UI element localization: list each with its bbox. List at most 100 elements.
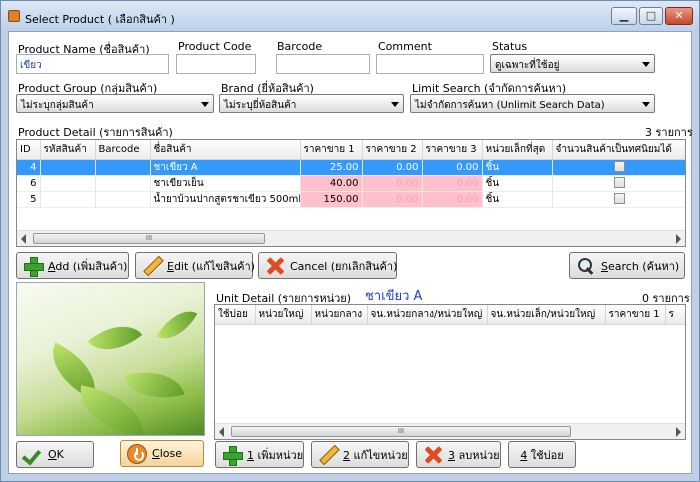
cancel-product-button[interactable]: Cancel (ยกเลิกสินค้า) [258,252,397,279]
limit-search-dropdown[interactable]: ไม่จำกัดการค้นหา (Unlimit Search Data) [410,94,655,113]
table-row[interactable]: 5 น้ำยาบ้วนปากสูตรชาเขียว 500ml 150.00 0… [17,191,685,208]
barcode-input[interactable] [276,54,370,74]
unit-detail-grid: ใช้บ่อย หน่วยใหญ่ หน่วยกลาง จน.หน่วยกลาง… [214,304,686,440]
favorite-unit-button[interactable]: 4 ใช้บ่อย [508,441,576,468]
scrollbar-thumb[interactable]: III [33,233,265,244]
comment-label: Comment [378,40,432,53]
col-code[interactable]: รหัสสินค้า [40,140,96,160]
plus-icon [23,256,44,277]
dialog-body: Product Name (ชื่อสินค้า) เขียว Product … [8,31,693,474]
window-title: Select Product ( เลือกสินค้า ) [25,13,175,26]
product-table-header: ID รหัสสินค้า Barcode ชื่อสินค้า ราคาขาย… [17,140,685,160]
checkmark-icon [23,445,43,465]
plus-icon [222,445,243,466]
chevron-down-icon [391,102,399,107]
scroll-right-icon[interactable] [676,427,681,437]
cancel-button-label: Cancel (ยกเลิกสินค้า) [290,259,398,273]
add-unit-button[interactable]: 1 เพิ่มหน่วย [215,441,304,468]
app-icon [8,10,20,22]
product-image [16,282,205,436]
cell-code [40,175,96,192]
leaf-shape [156,301,198,349]
edit-unit-label: 2 แก้ไขหน่วย [343,448,408,462]
scroll-right-icon[interactable] [676,234,681,244]
col-unit[interactable]: หน่วยเล็กที่สุด [482,140,553,160]
cell-decimal [552,159,685,176]
cell-price1: 40.00 [300,175,363,192]
status-value: ดูเฉพาะที่ใช้อยู่ [495,60,560,71]
unit-table: ใช้บ่อย หน่วยใหญ่ หน่วยกลาง จน.หน่วยกลาง… [215,305,685,325]
chevron-down-icon [201,102,209,107]
cell-id: 5 [17,191,41,208]
add-product-button[interactable]: Add (เพิ่มสินค้า) [16,252,129,279]
leaf-shape [123,361,185,409]
select-product-window: Select Product ( เลือกสินค้า ) ▁ □ ✕ Pro… [0,0,700,482]
maximize-button[interactable]: □ [639,7,663,25]
col-price3[interactable]: ราคาขาย 3 [422,140,483,160]
col-unit-price1[interactable]: ราคาขาย 1 [605,305,666,325]
pencil-icon [318,445,338,465]
cell-decimal [552,191,685,208]
edit-product-button[interactable]: Edit (แก้ไขสินค้า) [135,252,255,279]
unit-grid-scrollbar[interactable]: III [215,423,685,439]
chevron-down-icon [642,102,650,107]
product-group-value: ไม่ระบุกลุ่มสินค้า [21,100,94,111]
scrollbar-thumb[interactable]: III [231,426,571,437]
col-barcode[interactable]: Barcode [95,140,151,160]
cell-price3: 0.00 [422,159,483,176]
delete-x-icon [423,445,443,465]
col-price1[interactable]: ราคาขาย 1 [300,140,363,160]
product-grid-scrollbar[interactable]: III [17,230,685,246]
decimal-checkbox[interactable] [614,177,625,189]
search-icon [576,256,596,276]
col-price2[interactable]: ราคาขาย 2 [362,140,423,160]
decimal-checkbox[interactable] [614,193,625,205]
product-name-input[interactable]: เขียว [16,54,169,74]
close-button[interactable]: Close [120,440,204,467]
cell-price3: 0.00 [422,191,483,208]
table-row[interactable]: 4 ชาเขียว A 25.00 0.00 0.00 ชิ้น [17,159,685,176]
minimize-button[interactable]: ▁ [611,7,637,25]
cell-barcode [95,191,151,208]
ok-button-label: OK [48,448,64,461]
col-name[interactable]: ชื่อสินค้า [150,140,301,160]
favorite-unit-label: 4 ใช้บ่อย [520,448,564,462]
edit-unit-button[interactable]: 2 แก้ไขหน่วย [311,441,409,468]
table-row[interactable]: 6 ชาเขียวเย็น 40.00 0.00 0.00 ชิ้น [17,175,685,192]
limit-search-value: ไม่จำกัดการค้นหา (Unlimit Search Data) [415,100,605,111]
scroll-left-icon[interactable] [219,427,224,437]
status-dropdown[interactable]: ดูเฉพาะที่ใช้อยู่ [490,54,655,73]
col-big-unit[interactable]: หน่วยใหญ่ [255,305,312,325]
col-id[interactable]: ID [17,140,41,160]
cell-name: ชาเขียว A [150,159,301,176]
search-button[interactable]: Search (ค้นหา) [569,252,685,279]
cell-unit: ชิ้น [482,159,553,176]
delete-unit-label: 3 ลบหน่วย [448,448,500,462]
edit-button-label: Edit (แก้ไขสินค้า) [167,259,255,273]
delete-unit-button[interactable]: 3 ลบหน่วย [416,441,501,468]
product-group-dropdown[interactable]: ไม่ระบุกลุ่มสินค้า [16,94,214,113]
chevron-down-icon [642,62,650,67]
col-favorite[interactable]: ใช้บ่อย [215,305,256,325]
title-bar: Select Product ( เลือกสินค้า ) ▁ □ ✕ [1,1,699,31]
brand-dropdown[interactable]: ไม่ระบุยี่ห้อสินค้า [219,94,404,113]
col-small-per-big[interactable]: จน.หน่วยเล็ก/หน่วยใหญ่ [487,305,606,325]
cell-barcode [95,175,151,192]
cell-price1: 25.00 [300,159,363,176]
close-button-label: Close [152,447,182,460]
scroll-left-icon[interactable] [21,234,26,244]
cell-barcode [95,159,151,176]
col-mid-per-big[interactable]: จน.หน่วยกลาง/หน่วยใหญ่ [367,305,488,325]
cell-price3: 0.00 [422,175,483,192]
col-mid-unit[interactable]: หน่วยกลาง [311,305,368,325]
decimal-checkbox[interactable] [614,161,625,173]
close-window-button[interactable]: ✕ [665,7,693,25]
col-unit-extra[interactable]: ร [665,305,685,325]
col-decimal[interactable]: จำนวนสินค้าเป็นทศนิยมได้ [552,140,685,160]
cell-name: น้ำยาบ้วนปากสูตรชาเขียว 500ml [150,191,301,208]
comment-input[interactable] [376,54,484,74]
cell-decimal [552,175,685,192]
product-code-input[interactable] [176,54,256,74]
ok-button[interactable]: OK [16,441,94,468]
pencil-icon [142,256,162,276]
